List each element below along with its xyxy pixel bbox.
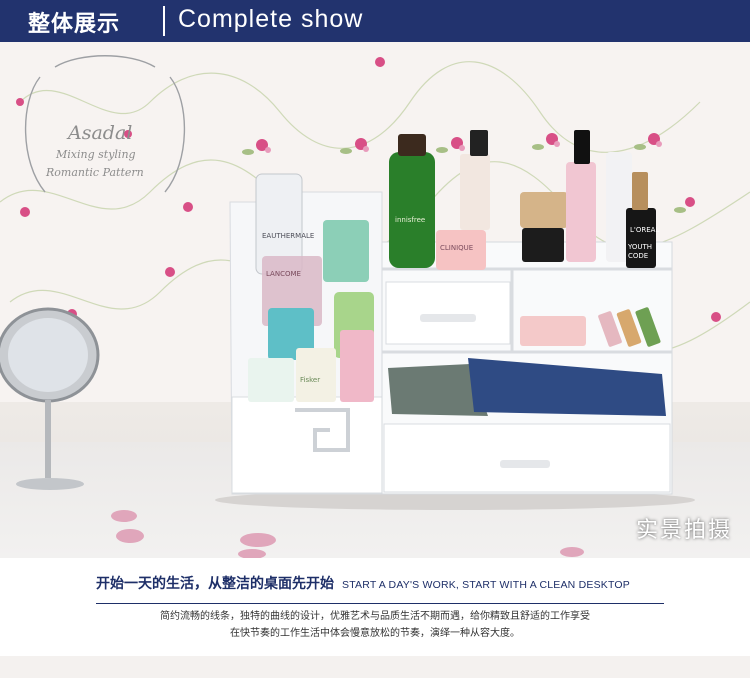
mirror-icon — [0, 307, 100, 490]
next-photo-strip — [0, 656, 750, 678]
intro-paragraph-line1: 简约流畅的线条，独特的曲线的设计，优雅艺术与品质生活不期而遇，给你精致且舒适的工… — [160, 611, 590, 622]
svg-text:YOUTH: YOUTH — [627, 243, 652, 251]
intro-paragraph-line2: 在快节奏的工作生活中体会慢意放松的节奏，演绎一种从容大度。 — [230, 628, 520, 639]
intro-section: 开始一天的生活，从整洁的桌面先开始 START A DAY'S WORK, STA… — [0, 558, 750, 678]
svg-text:Fisker: Fisker — [300, 376, 320, 384]
intro-heading-cn: 开始一天的生活，从整洁的桌面先开始 — [96, 576, 334, 592]
svg-text:LANCOME: LANCOME — [266, 270, 301, 278]
svg-text:L'OREAL: L'OREAL — [630, 226, 659, 234]
svg-text:CLINIQUE: CLINIQUE — [440, 244, 473, 252]
organizer-illustration: EAUTHERMALE LANCOME innisfree YOUTH CODE… — [0, 130, 695, 558]
section-title-en: Complete show — [178, 5, 364, 33]
section-title-cn: 整体展示 — [28, 12, 121, 37]
svg-text:CODE: CODE — [628, 252, 648, 260]
product-photo: Asadal Mixing styling Romantic Pattern E… — [0, 42, 750, 558]
title-divider — [163, 6, 165, 36]
intro-divider — [96, 603, 664, 604]
section-header-bar: 整体展示 Complete show — [0, 0, 750, 42]
real-shot-caption: 实景拍摄 — [635, 518, 732, 543]
intro-heading-en: START A DAY'S WORK, START WITH A CLEAN D… — [342, 579, 630, 591]
intro-heading: 开始一天的生活，从整洁的桌面先开始 START A DAY'S WORK, STA… — [96, 573, 630, 593]
svg-text:EAUTHERMALE: EAUTHERMALE — [262, 232, 314, 240]
svg-text:innisfree: innisfree — [395, 216, 425, 224]
